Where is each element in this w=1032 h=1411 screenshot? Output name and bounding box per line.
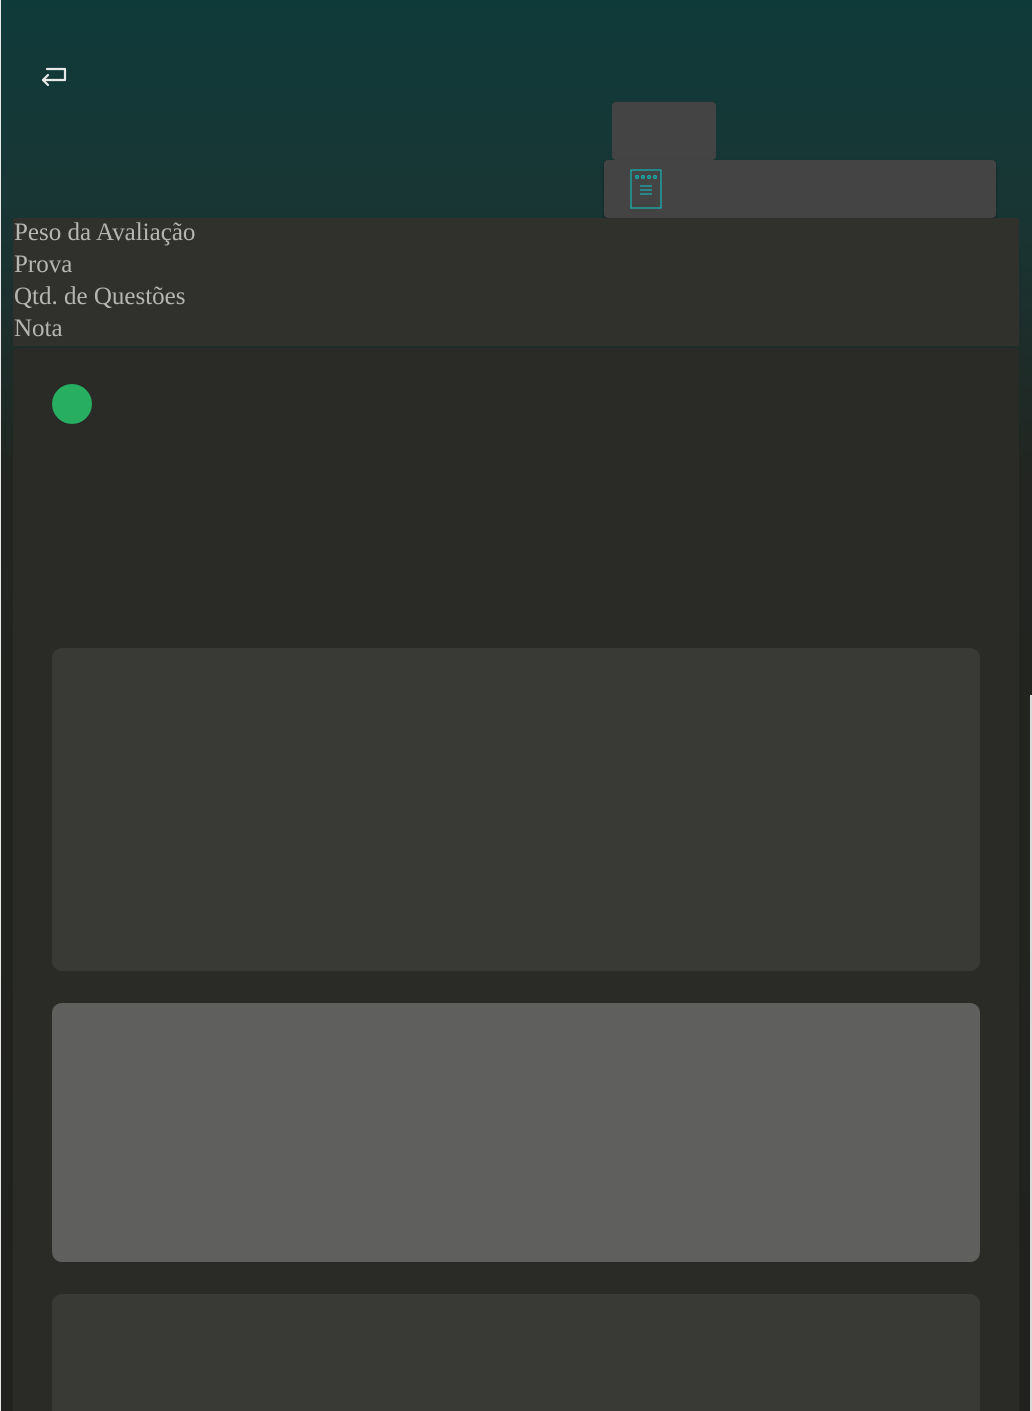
back-button[interactable]: [34, 58, 74, 92]
status-indicator: [52, 384, 92, 424]
exam-label: Prova: [14, 251, 73, 278]
content-panel: [13, 348, 1019, 1411]
content-card[interactable]: [52, 648, 980, 971]
left-edge-divider: [0, 0, 1, 1411]
content-card-selected[interactable]: [52, 1003, 980, 1262]
tab-bar[interactable]: [604, 160, 996, 218]
evaluation-weight-label: Peso da Avaliação: [14, 219, 196, 246]
evaluation-info-panel: Peso da Avaliação Prova Qtd. de Questões…: [13, 218, 1019, 346]
content-card[interactable]: [52, 1294, 980, 1411]
tab-chip[interactable]: [612, 102, 716, 160]
document-notepad-icon[interactable]: [630, 169, 662, 209]
page: Peso da Avaliação Prova Qtd. de Questões…: [0, 0, 1032, 1411]
question-count-label: Qtd. de Questões: [14, 283, 186, 310]
return-arrow-icon: [41, 67, 67, 87]
grade-label: Nota: [14, 315, 63, 342]
